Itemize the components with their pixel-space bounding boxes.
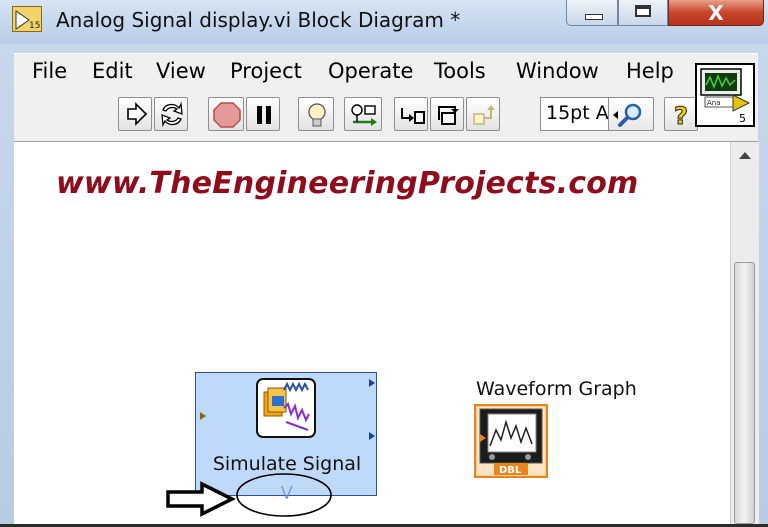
step-into-icon [401,108,425,124]
graph-type-label: DBL [499,465,522,476]
svg-text:15: 15 [29,21,40,31]
step-into-button[interactable] [394,97,428,131]
waveform-graph-terminal[interactable]: DBL [473,403,549,479]
search-icon [613,103,642,127]
simulate-signal-input-terminal[interactable] [200,412,206,420]
svg-text:Ana: Ana [707,99,721,107]
menu-operate[interactable]: Operate [328,59,413,83]
labview-app-icon[interactable]: 15 [12,6,42,32]
minimize-button[interactable] [566,0,618,26]
scroll-up-arrow-icon[interactable] [739,152,751,159]
menu-window[interactable]: Window [516,59,599,83]
menu-tools[interactable]: Tools [434,59,486,83]
highlight-execution-button[interactable] [298,97,334,131]
title-bar[interactable]: 15 Analog Signal display.vi Block Diagra… [0,0,768,44]
step-out-icon [473,105,495,125]
retain-wire-values-button[interactable] [344,97,382,131]
menu-view[interactable]: View [156,59,206,83]
step-out-button[interactable] [466,97,500,131]
vi-icon-number: 5 [739,112,746,125]
simulate-signal-output-terminal[interactable] [369,432,375,440]
run-continuously-icon [161,101,183,128]
close-icon: X [708,1,724,25]
menu-bar: File Edit View Project Operate Tools Win… [14,53,758,90]
window-title: Analog Signal display.vi Block Diagram * [56,8,461,32]
retain-wire-values-icon [351,104,377,126]
watermark-text: www.TheEngineeringProjects.com [56,166,639,201]
waveform-graph-label: Waveform Graph [476,378,637,400]
menu-project[interactable]: Project [230,59,302,83]
toolbar: 15pt Application Font ? [14,89,758,142]
simulate-signal-icon [256,378,316,438]
annotation-arrow-ellipse [160,465,340,527]
run-arrow-icon [127,102,148,126]
context-help-icon: ? [674,102,689,131]
maximize-button[interactable] [618,0,668,26]
close-button[interactable]: X [668,0,764,26]
vertical-scrollbar[interactable] [730,142,759,524]
text-settings-dropdown[interactable]: 15pt Application Font [540,97,616,131]
search-button[interactable] [608,97,654,131]
svg-text:?: ? [674,102,688,130]
step-over-button[interactable] [430,97,464,131]
simulate-signal-output-terminal[interactable] [369,379,375,387]
scrollbar-thumb[interactable] [734,262,755,524]
context-help-button[interactable]: ? [664,97,698,131]
pause-icon [257,106,271,124]
menu-edit[interactable]: Edit [92,59,133,83]
vi-icon[interactable]: Ana 5 [695,63,755,127]
abort-button[interactable] [208,97,244,131]
menu-help[interactable]: Help [626,59,674,83]
menu-file[interactable]: File [32,59,67,83]
highlight-execution-bulb-icon [308,103,326,127]
run-continuously-button[interactable] [154,97,188,131]
abort-stop-icon [213,102,241,128]
run-button[interactable] [118,97,152,131]
step-over-icon [438,106,459,125]
pause-button[interactable] [246,97,280,131]
